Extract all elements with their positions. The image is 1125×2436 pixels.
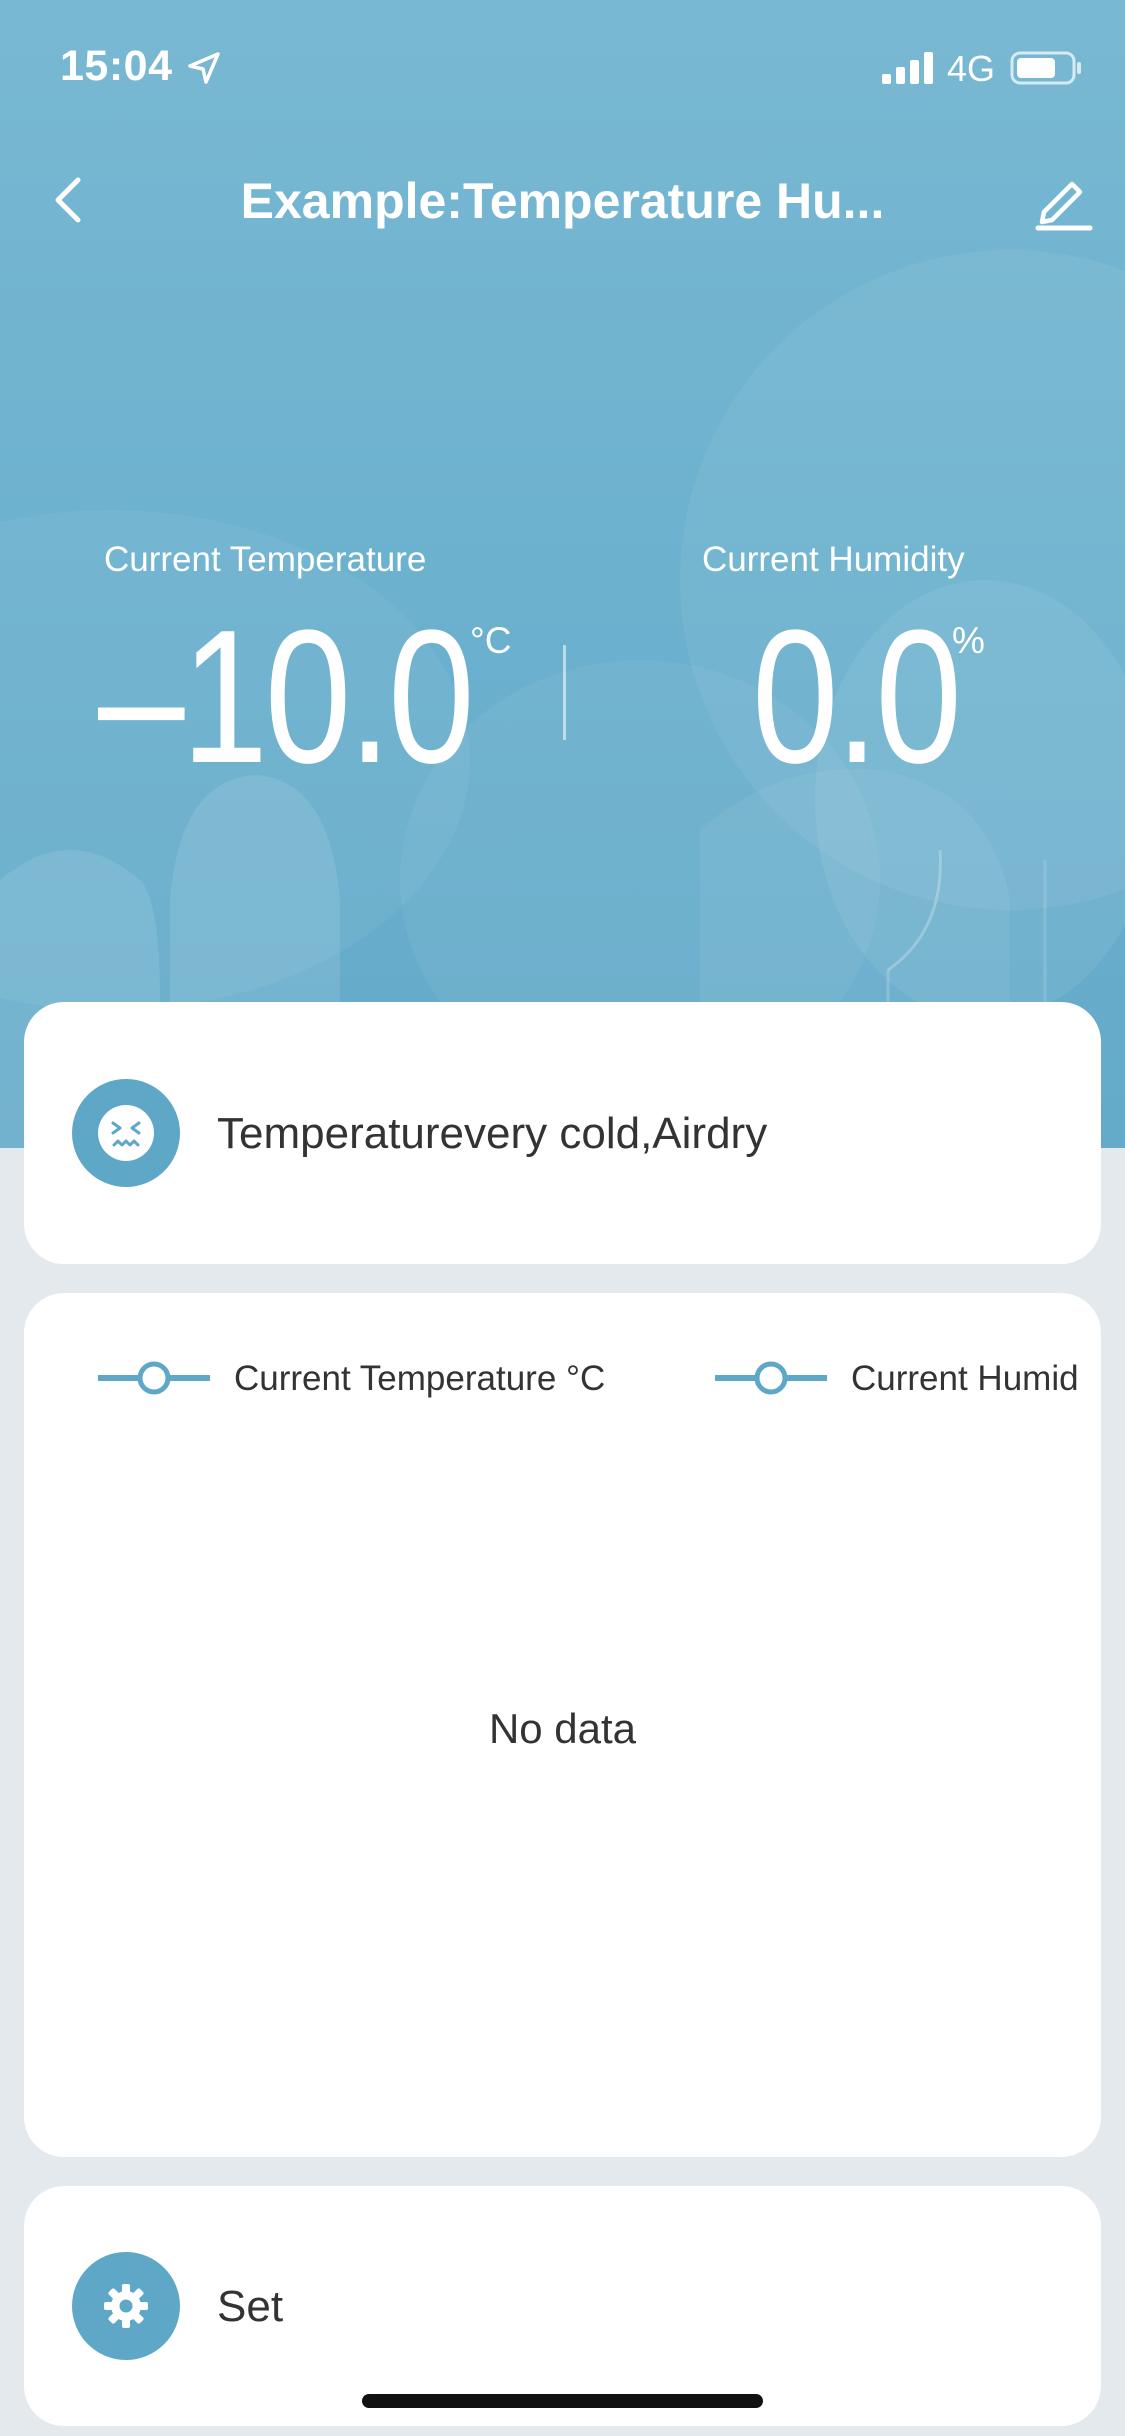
navigation-bar: Example:Temperature Hu...	[0, 140, 1125, 260]
humidity-unit: %	[952, 620, 985, 661]
gear-icon[interactable]	[72, 2252, 180, 2360]
no-data-message: No data	[488, 1705, 637, 1752]
humidity-label: Current Humidity	[702, 540, 965, 579]
settings-card[interactable]: Set	[24, 2186, 1101, 2426]
signal-icon	[882, 52, 933, 84]
legend-humidity-label: Current Humid	[851, 1359, 1079, 1398]
home-indicator[interactable]	[362, 2394, 763, 2408]
settings-label: Set	[217, 2282, 284, 2331]
comfort-status-card: Temperaturevery cold,Airdry	[24, 1002, 1101, 1264]
network-type: 4G	[947, 48, 996, 89]
readings-divider	[563, 645, 566, 740]
page-title: Example:Temperature Hu...	[240, 173, 885, 229]
current-readings: Current Temperature –10.0 °C Current Hum…	[0, 530, 1125, 803]
status-time: 15:04	[60, 42, 173, 90]
pencil-icon[interactable]	[1032, 170, 1094, 232]
legend-line-marker-icon	[98, 1361, 210, 1395]
history-chart-card: Current Temperature °C Current Humid No …	[24, 1293, 1101, 2157]
status-bar: 15:04 4G	[0, 0, 1125, 135]
battery-icon	[1010, 51, 1081, 85]
chevron-left-icon[interactable]	[40, 170, 100, 230]
comfort-status-text: Temperaturevery cold,Airdry	[217, 1109, 768, 1158]
humidity-value: 0.0	[752, 591, 962, 803]
hero-background: 15:04 4G Example:Temperature Hu... Curre…	[0, 0, 1125, 1148]
location-arrow-icon	[188, 52, 220, 84]
temperature-unit: °C	[470, 620, 512, 661]
temperature-value: –10.0	[98, 591, 475, 803]
temperature-label: Current Temperature	[104, 540, 427, 579]
legend-temperature-label: Current Temperature °C	[234, 1359, 606, 1398]
cold-face-icon	[72, 1079, 180, 1187]
legend-line-marker-icon	[715, 1361, 827, 1395]
